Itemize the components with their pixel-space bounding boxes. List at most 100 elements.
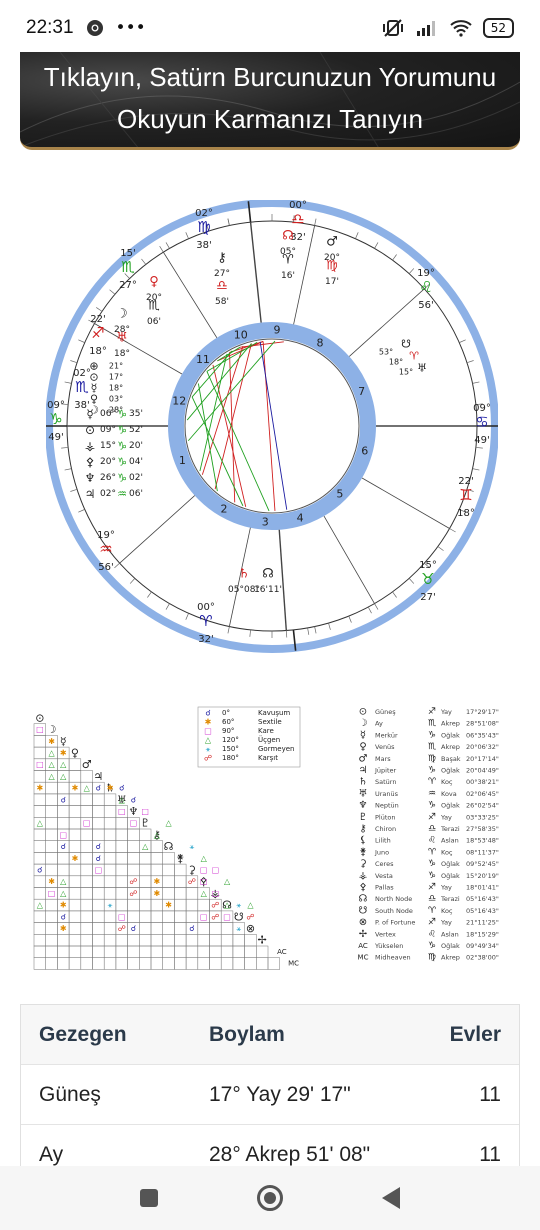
house-number: 2 <box>221 503 228 516</box>
aspect-cell <box>185 934 199 947</box>
aspect-cell <box>92 945 105 958</box>
planet-list-position: 20°06'32" <box>466 743 499 751</box>
aspect-mark: □ <box>200 912 208 921</box>
cusp-sign-icon: ♏ <box>75 378 89 396</box>
zodiac-tick <box>227 218 230 226</box>
cell-longitude: 28° Akrep 51' 08" <box>209 1142 371 1166</box>
house-number: 11 <box>196 353 210 366</box>
back-button[interactable] <box>382 1187 401 1209</box>
aspect-cell <box>80 910 93 923</box>
zodiac-tick <box>165 242 170 249</box>
aspect-cell <box>150 863 163 877</box>
chrome-icon <box>86 20 103 36</box>
table-header-row: Gezegen Boylam Evler <box>21 1005 519 1065</box>
zodiac-tick <box>437 546 444 551</box>
planet-minute: 20' <box>129 441 143 451</box>
planet-glyph: ⚷ <box>217 251 227 266</box>
aspect-cell <box>103 887 117 900</box>
legend-degree: 150° <box>222 745 239 753</box>
aspect-cell <box>197 922 210 935</box>
planet-list-position: 03°33'25" <box>466 813 499 821</box>
zodiac-tick <box>114 562 120 569</box>
aspect-mark: ✱ <box>48 877 55 886</box>
legend-degree: 180° <box>222 754 239 762</box>
planet-list-sign: Oğlak <box>441 942 460 950</box>
planet-glyph: ☽ <box>89 404 99 417</box>
cell-planet: Güneş <box>39 1082 101 1106</box>
cusp-label: 02°♍38' <box>195 208 213 251</box>
aspect-cell <box>33 945 46 958</box>
aspect-cell <box>115 945 128 958</box>
planet-glyph: ♂ <box>326 235 338 250</box>
aspect-cell <box>103 805 117 818</box>
planet-glyph: ♈ <box>282 253 294 268</box>
aspect-cell <box>150 934 163 947</box>
aspect-cell <box>209 945 222 958</box>
aspect-cell <box>115 957 128 970</box>
aspect-mark: ✱ <box>72 784 79 793</box>
aspect-cell <box>185 898 199 912</box>
aspect-cell <box>127 863 140 877</box>
planet-sign-icon: ♒ <box>117 488 127 501</box>
aspect-mark: ☌ <box>37 865 42 874</box>
planet-glyph: ⚴ <box>86 455 95 469</box>
cusp-sign-icon: ♏ <box>121 258 135 276</box>
aspect-cell <box>174 898 187 912</box>
zodiac-tick <box>314 218 317 226</box>
aspect-cell <box>115 898 128 912</box>
planet-list-sign: Yay <box>440 813 452 821</box>
home-button[interactable] <box>256 1185 283 1211</box>
saturn-promo-banner[interactable]: Tıklayın, Satürn Burcunuzun Yorumunu Oku… <box>20 52 520 150</box>
cusp-minute: 18° <box>89 346 107 357</box>
house-number: 5 <box>336 487 343 500</box>
aspect-cell <box>139 863 152 877</box>
aspect-grid-planet-icon: ♆ <box>129 805 139 818</box>
aspect-cell <box>139 957 152 970</box>
aspect-mark: △ <box>201 889 208 898</box>
aspect-cell <box>162 934 175 947</box>
aspect-cell <box>33 840 46 853</box>
zodiac-tick <box>367 606 372 614</box>
aspect-cell <box>92 875 105 888</box>
planet-list-sign-icon: ♑ <box>428 859 436 869</box>
aspect-cell <box>174 922 187 935</box>
aspect-cell <box>92 828 105 841</box>
planet-minute: 06' <box>129 489 143 499</box>
cusp-label: 22'♐18° <box>89 314 107 357</box>
planet-list-name: South Node <box>375 907 413 915</box>
zodiac-tick <box>141 258 147 265</box>
recent-apps-button[interactable] <box>139 1189 158 1207</box>
aspect-cell <box>127 828 140 841</box>
aspect-mark: △ <box>224 901 231 910</box>
planet-list-position: 28°51'08" <box>466 720 499 728</box>
planet-list-sign-icon: ♌ <box>428 929 436 939</box>
planet-list-name: Plüton <box>375 813 396 821</box>
aspect-grid-planet-icon: ♀ <box>71 746 79 759</box>
aspect-cell <box>150 945 163 958</box>
aspect-cell <box>232 945 245 958</box>
aspect-cell <box>115 934 128 947</box>
house-number: 8 <box>317 336 324 349</box>
aspect-grid-planet-icon: ♂ <box>82 758 92 771</box>
aspect-cell <box>68 863 82 877</box>
zodiac-tick <box>185 613 189 620</box>
aspect-cell <box>45 781 58 795</box>
aspect-cell <box>92 898 105 912</box>
planet-list-position: 20°04'49" <box>466 767 499 775</box>
aspect-mark: ☌ <box>96 842 101 851</box>
cusp-minute: 18° <box>457 508 475 519</box>
house-cusp-line <box>361 477 450 529</box>
planet-list-sign: Koç <box>441 778 453 786</box>
planet-degree: 18° <box>389 358 403 367</box>
aspect-cell <box>103 910 117 923</box>
natal-chart: 1 2 3 4 5 6 7 8 9 10 11 12 09° ♑ 49' 19° ♒ 56' 00° ♈ 32' 15° ♉… <box>45 199 499 660</box>
aspect-cell <box>92 887 105 900</box>
zodiac-tick <box>328 622 331 630</box>
cusp-sign-icon: ♉ <box>421 570 434 588</box>
zodiac-tick <box>374 242 379 249</box>
aspect-mark: □ <box>141 807 149 816</box>
aspect-cell <box>244 957 257 970</box>
planet-list-name: Lilith <box>375 837 391 845</box>
cell-longitude: 17° Yay 29' 17" <box>209 1082 351 1106</box>
aspect-mark: △ <box>84 784 91 793</box>
